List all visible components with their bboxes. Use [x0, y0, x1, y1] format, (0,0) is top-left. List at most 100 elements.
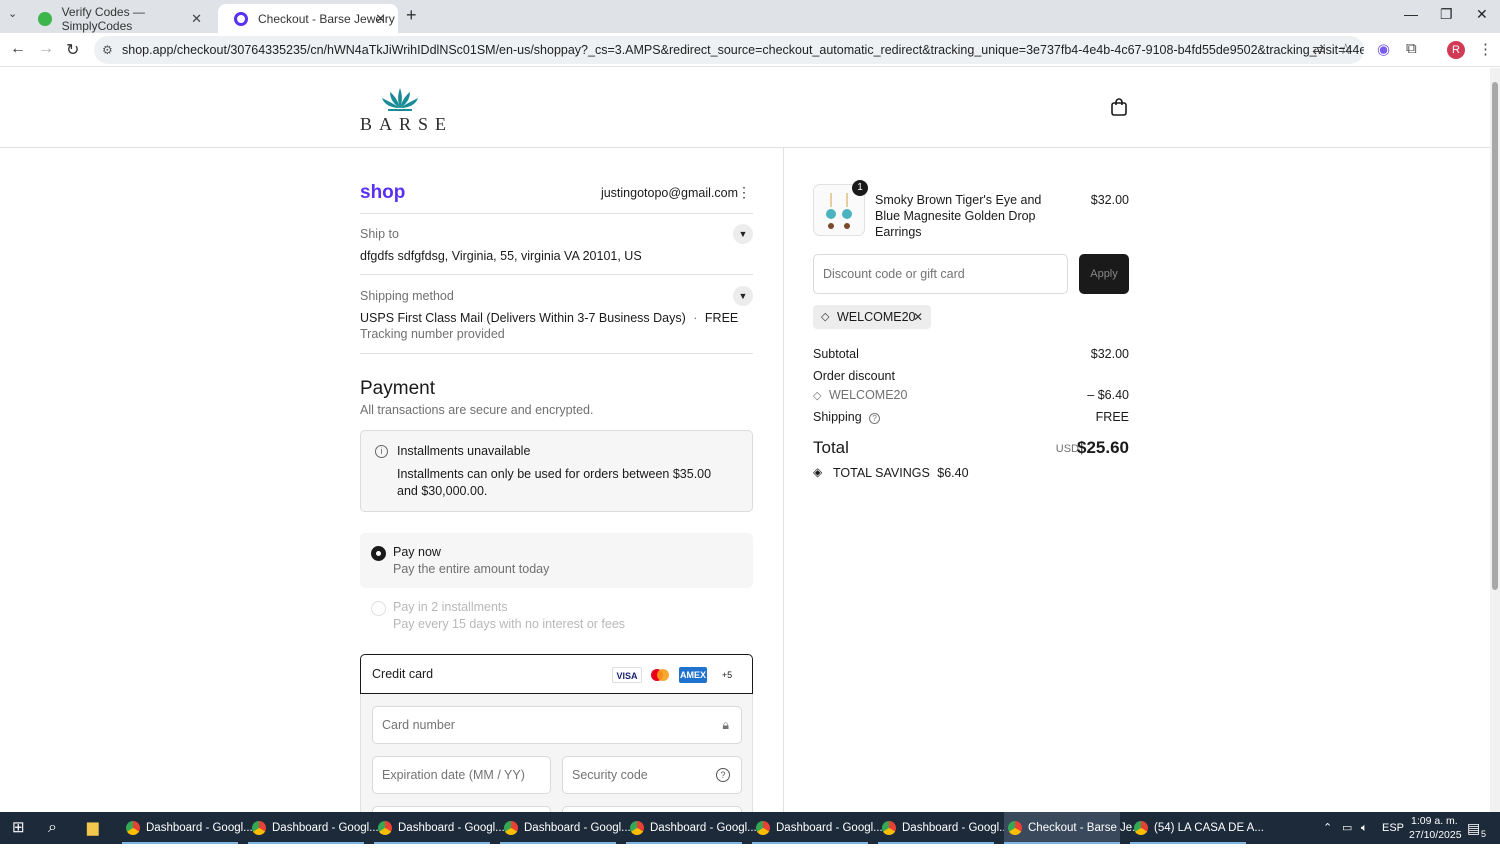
taskbar-app[interactable]: (54) LA CASA DE A...	[1130, 812, 1264, 844]
notifications-icon[interactable]: ▤	[1467, 812, 1480, 844]
taskbar-app-label: (54) LA CASA DE A...	[1154, 822, 1264, 834]
applied-discount-chip: ◇ WELCOME20 ✕	[813, 305, 931, 329]
restore-icon[interactable]: ❐	[1440, 6, 1453, 23]
remove-discount-icon[interactable]: ✕	[913, 305, 923, 329]
tag-icon: ◇	[821, 311, 830, 323]
tray-chevron-icon[interactable]: ⌃	[1323, 812, 1332, 844]
taskbar-app[interactable]: Dashboard - Googl...	[500, 812, 631, 844]
language-indicator[interactable]: ESP	[1382, 812, 1404, 844]
help-icon[interactable]: ?	[869, 413, 881, 424]
security-code-input[interactable]: Security code ?	[562, 756, 742, 794]
tracking-note: Tracking number provided	[360, 327, 505, 341]
shipping-value: FREE	[1095, 410, 1129, 424]
reload-icon[interactable]: ↻	[66, 40, 79, 60]
taskbar-app[interactable]: Dashboard - Googl...	[878, 812, 1009, 844]
profile-avatar[interactable]: R	[1447, 41, 1465, 59]
expiry-input[interactable]: Expiration date (MM / YY)	[372, 756, 551, 794]
divider	[360, 213, 753, 214]
subtotal-row: Subtotal $32.00	[813, 347, 1129, 361]
scrollbar-thumb[interactable]	[1492, 82, 1498, 590]
volume-icon[interactable]: 🔈︎	[1361, 812, 1368, 844]
card-number-placeholder: Card number	[382, 718, 455, 732]
shipping-label: Shipping	[813, 410, 862, 424]
shop-pay-logo: shop	[360, 182, 406, 203]
taskbar-app[interactable]: Dashboard - Googl...	[626, 812, 757, 844]
radio-selected[interactable]	[371, 546, 386, 561]
discount-code-input[interactable]: Discount code or gift card	[813, 254, 1068, 294]
file-explorer-icon[interactable]: ▆	[87, 812, 99, 844]
extensions-puzzle-icon[interactable]: ⧉	[1406, 40, 1417, 57]
product-name: Smoky Brown Tiger's Eye and Blue Magnesi…	[875, 193, 1042, 239]
store-header: BARSE	[0, 68, 1490, 148]
close-window-icon[interactable]: ✕	[1476, 6, 1488, 23]
barse-logo[interactable]: BARSE	[360, 86, 446, 134]
amex-icon: AMEX	[679, 667, 707, 683]
windows-start-icon[interactable]: ⊞	[12, 812, 25, 844]
total-row: Total USD $25.60	[813, 438, 1129, 458]
shipping-method-label: Shipping method	[360, 289, 454, 303]
quantity-badge: 1	[852, 180, 868, 196]
translate-icon[interactable]: ⇄	[1312, 40, 1325, 58]
chrome-icon	[630, 821, 644, 835]
tab-simplycodes[interactable]: Verify Codes — SimplyCodes ✕	[22, 4, 214, 33]
discount-placeholder: Discount code or gift card	[823, 267, 965, 281]
site-info-icon[interactable]: ⚙	[102, 36, 113, 64]
forward-icon[interactable]: →	[38, 40, 54, 58]
tab-search-chevron-icon[interactable]: ⌄	[8, 7, 17, 20]
search-icon[interactable]: ⌕	[48, 812, 57, 844]
taskbar-app-label: Dashboard - Googl...	[524, 822, 631, 834]
address-bar[interactable]: ⚙ shop.app/checkout/30764335235/cn/hWN4a…	[94, 36, 1364, 64]
lock-icon: 🔒︎	[722, 718, 729, 732]
clock-date[interactable]: 27/10/2025	[1409, 819, 1462, 851]
extension-icon[interactable]: ◉	[1377, 40, 1390, 58]
summary-column	[783, 148, 1490, 812]
pay-now-option[interactable]: Pay now Pay the entire amount today	[360, 533, 753, 588]
taskbar-app-label: Dashboard - Googl...	[272, 822, 379, 834]
simplycodes-favicon-icon	[38, 11, 52, 26]
discount-amount: – $6.40	[1087, 388, 1129, 402]
menu-kebab-icon[interactable]: ⋮	[1478, 40, 1493, 58]
close-tab-icon[interactable]: ✕	[191, 11, 202, 27]
expiry-placeholder: Expiration date (MM / YY)	[382, 768, 525, 782]
back-icon[interactable]: ←	[10, 40, 26, 58]
chrome-icon	[252, 821, 266, 835]
divider	[360, 274, 753, 275]
bookmark-star-icon[interactable]: ☆	[1339, 40, 1352, 58]
taskbar-app-label: Dashboard - Googl...	[398, 822, 505, 834]
apply-button[interactable]: Apply	[1079, 254, 1129, 294]
credit-card-option[interactable]: Credit card VISA AMEX +5	[360, 654, 753, 694]
taskbar-app[interactable]: Dashboard - Googl...	[374, 812, 505, 844]
card-number-input[interactable]: Card number 🔒︎	[372, 706, 742, 744]
more-cards-badge: +5	[721, 670, 733, 680]
help-icon[interactable]: ?	[716, 768, 730, 782]
logo-text: BARSE	[360, 114, 454, 134]
taskbar-app-active[interactable]: Checkout - Barse Je...	[1004, 812, 1142, 844]
taskbar-app-label: Dashboard - Googl...	[146, 822, 253, 834]
shopping-bag-icon[interactable]	[1110, 98, 1128, 116]
account-menu-icon[interactable]: ⋮	[737, 184, 751, 201]
option-subtitle: Pay every 15 days with no interest or fe…	[393, 617, 626, 631]
taskbar-app-label: Checkout - Barse Je...	[1028, 822, 1142, 834]
tag-icon: ◇	[813, 390, 822, 402]
network-icon[interactable]: ▭	[1342, 812, 1352, 844]
minimize-icon[interactable]: —	[1404, 6, 1418, 22]
total-value: $25.60	[1077, 438, 1129, 457]
subtotal-value: $32.00	[1090, 347, 1129, 361]
taskbar-app[interactable]: Dashboard - Googl...	[122, 812, 253, 844]
pay-installments-option[interactable]: Pay in 2 installments Pay every 15 days …	[360, 588, 753, 643]
option-title: Pay now	[393, 545, 441, 559]
taskbar-app-label: Dashboard - Googl...	[776, 822, 883, 834]
subtotal-label: Subtotal	[813, 347, 859, 361]
taskbar-app-label: Dashboard - Googl...	[902, 822, 1009, 834]
tag-icon: ◈	[813, 465, 823, 479]
chevron-down-icon[interactable]: ▼	[733, 224, 753, 244]
payment-subheading: All transactions are secure and encrypte…	[360, 403, 594, 417]
chrome-icon	[378, 821, 392, 835]
close-tab-icon[interactable]: ✕	[375, 11, 386, 27]
tab-checkout[interactable]: Checkout - Barse Jewelry ✕	[218, 4, 398, 33]
chevron-down-icon[interactable]: ▼	[733, 286, 753, 306]
new-tab-icon[interactable]: +	[406, 5, 417, 26]
taskbar-app[interactable]: Dashboard - Googl...	[752, 812, 883, 844]
radio-unselected[interactable]	[371, 601, 386, 616]
taskbar-app[interactable]: Dashboard - Googl...	[248, 812, 379, 844]
